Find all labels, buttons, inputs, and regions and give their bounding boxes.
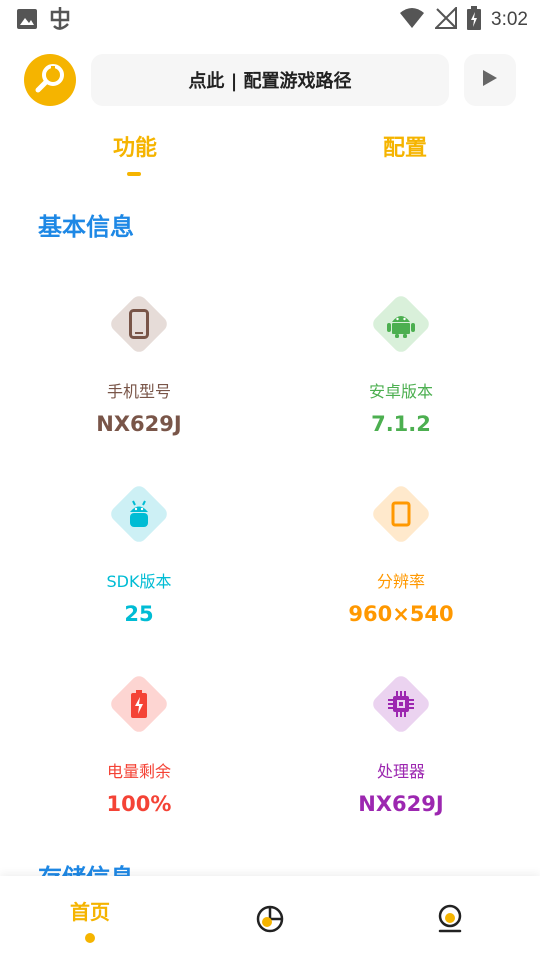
info-value: NX629J (358, 792, 444, 816)
phone-icon (109, 294, 169, 354)
tab-active-indicator (127, 172, 141, 176)
info-sdk-version: SDK版本 25 (4, 482, 274, 626)
info-label: 手机型号 (106, 382, 171, 401)
info-resolution: 分辨率 960×540 (266, 482, 536, 626)
info-value: 960×540 (348, 602, 454, 626)
play-icon (482, 69, 498, 91)
info-label: SDK版本 (106, 572, 172, 591)
android-robot-icon (109, 484, 169, 544)
info-value: 100% (106, 792, 172, 816)
tab-bar: 功能 配置 (0, 130, 540, 180)
tab-config[interactable]: 配置 (355, 130, 455, 162)
nav-user[interactable] (360, 876, 540, 960)
status-bar: 3:02 (0, 0, 540, 36)
info-battery: 电量剩余 100% (4, 672, 274, 816)
info-label: 分辨率 (376, 572, 425, 591)
info-android-version: 安卓版本 7.1.2 (266, 292, 536, 436)
nav-active-dot (85, 933, 95, 943)
wrench-icon (33, 61, 67, 99)
image-icon (16, 8, 38, 34)
bug-icon (48, 6, 72, 36)
status-time: 3:02 (491, 9, 528, 30)
tab-functions[interactable]: 功能 (85, 130, 185, 162)
info-value: 7.1.2 (371, 412, 431, 436)
pie-chart-icon (255, 904, 285, 938)
info-label: 安卓版本 (368, 382, 433, 401)
battery-charging-icon (467, 6, 482, 34)
nav-home-label: 首页 (70, 900, 110, 924)
android-icon (371, 294, 431, 354)
chip-icon (371, 674, 431, 734)
screen-icon (371, 484, 431, 544)
info-phone-model: 手机型号 NX629J (4, 292, 274, 436)
no-signal-icon (433, 5, 458, 33)
info-label: 处理器 (376, 762, 425, 781)
section-title-basic-info: 基本信息 (38, 213, 134, 241)
configure-game-path-button[interactable]: 点此 | 配置游戏路径 (91, 54, 449, 106)
info-value: 25 (124, 602, 154, 626)
info-value: NX629J (96, 412, 182, 436)
nav-home[interactable]: 首页 (0, 876, 180, 960)
nav-stats[interactable] (180, 876, 360, 960)
app-logo[interactable] (24, 54, 76, 106)
bottom-nav: 首页 (0, 876, 540, 960)
info-processor: 处理器 NX629J (266, 672, 536, 816)
wifi-icon (399, 7, 425, 33)
info-label: 电量剩余 (106, 762, 171, 781)
app-header: 点此 | 配置游戏路径 (0, 54, 540, 108)
play-button[interactable] (464, 54, 516, 106)
battery-icon (109, 674, 169, 734)
user-icon (435, 904, 465, 938)
